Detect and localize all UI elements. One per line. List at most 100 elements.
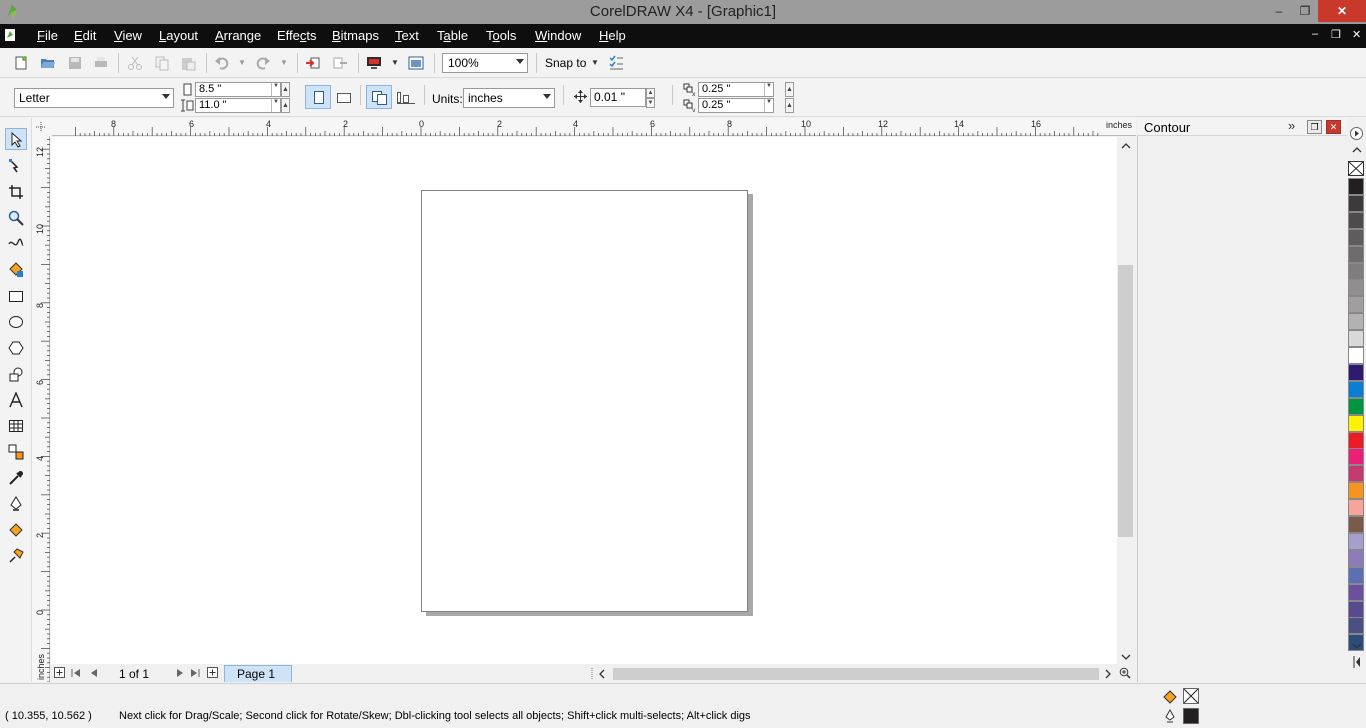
add-page-after-icon[interactable] (207, 667, 218, 678)
page-width-input[interactable]: 8.5 " ▼ (195, 82, 281, 97)
vertical-scrollbar-thumb[interactable] (1118, 265, 1133, 537)
pick-tool[interactable] (5, 128, 27, 150)
copy-icon[interactable] (154, 55, 170, 71)
palette-swatch[interactable] (1348, 398, 1364, 415)
export-icon[interactable] (332, 55, 348, 71)
polygon-tool[interactable] (5, 337, 27, 359)
text-tool[interactable] (5, 389, 27, 411)
doc-restore-button[interactable]: ❐ (1331, 28, 1341, 41)
doc-close-button[interactable]: ✕ (1352, 28, 1361, 41)
palette-swatch[interactable] (1348, 584, 1364, 601)
interactive-blend-tool[interactable] (5, 441, 27, 463)
palette-swatch[interactable] (1348, 381, 1364, 398)
palette-up-arrow-icon[interactable] (1352, 146, 1362, 154)
scroll-right-icon[interactable] (1104, 669, 1112, 679)
palette-swatch[interactable] (1348, 330, 1364, 347)
spin-down-icon[interactable]: ▼ (646, 98, 655, 108)
palette-swatch[interactable] (1348, 347, 1364, 364)
cut-icon[interactable] (127, 55, 143, 71)
scroll-up-icon[interactable] (1121, 142, 1131, 150)
launcher-dropdown-arrow[interactable]: ▼ (391, 58, 407, 74)
freehand-tool[interactable] (5, 233, 27, 255)
scroll-down-icon[interactable] (1121, 653, 1131, 661)
document-icon[interactable] (4, 28, 16, 42)
smart-fill-tool[interactable] (5, 259, 27, 281)
menu-tools[interactable]: Tools (486, 28, 516, 43)
menu-effects[interactable]: Effects (277, 28, 317, 43)
add-page-before-icon[interactable] (54, 667, 65, 678)
shape-tool[interactable] (5, 155, 27, 177)
palette-swatch[interactable] (1348, 533, 1364, 550)
eyedropper-tool[interactable] (5, 467, 27, 489)
palette-swatch[interactable] (1348, 246, 1364, 263)
spin-up-icon[interactable]: ▲ (281, 82, 290, 97)
redo-icon[interactable] (255, 55, 271, 71)
palette-swatch[interactable] (1348, 296, 1364, 313)
horizontal-scrollbar-thumb[interactable] (613, 668, 1099, 680)
menu-edit[interactable]: Edit (74, 28, 96, 43)
docker-collapse-icon[interactable]: » (1288, 118, 1295, 133)
spin-up-icon[interactable]: ▲ (646, 88, 655, 98)
navigator-zoom-icon[interactable] (1119, 667, 1131, 679)
interactive-fill-tool[interactable] (5, 545, 27, 567)
palette-swatch[interactable] (1348, 465, 1364, 482)
new-document-icon[interactable] (13, 55, 29, 71)
palette-expand-icon[interactable] (1353, 656, 1361, 668)
first-page-icon[interactable] (71, 668, 81, 678)
drawing-page[interactable] (421, 190, 748, 612)
palette-swatch[interactable] (1348, 482, 1364, 499)
nudge-distance-input[interactable]: 0.01 " (590, 88, 646, 107)
palette-swatch[interactable] (1348, 516, 1364, 533)
welcome-screen-icon[interactable] (408, 55, 424, 71)
palette-swatch[interactable] (1348, 313, 1364, 330)
spin-down-icon[interactable]: ▼ (764, 99, 773, 112)
page-tab[interactable]: Page 1 (224, 665, 292, 682)
table-tool[interactable] (5, 415, 27, 437)
fill-color-swatch[interactable] (1183, 688, 1199, 704)
ellipse-tool[interactable] (5, 311, 27, 333)
paste-icon[interactable] (180, 55, 196, 71)
application-launcher-icon[interactable] (366, 55, 382, 71)
menu-window[interactable]: Window (535, 28, 581, 43)
palette-down-arrow-icon[interactable] (1352, 642, 1362, 650)
portrait-button[interactable] (305, 85, 331, 109)
docker-close-button[interactable]: ✕ (1326, 120, 1341, 134)
landscape-button[interactable] (331, 85, 357, 109)
all-pages-button[interactable] (366, 85, 392, 109)
vertical-ruler[interactable] (32, 136, 50, 682)
spin-up-icon[interactable]: ▲ (281, 98, 290, 113)
window-minimize-button[interactable]: – (1266, 0, 1292, 22)
window-maximize-button[interactable]: ❐ (1292, 0, 1318, 22)
palette-swatch[interactable] (1348, 212, 1364, 229)
current-page-button[interactable] (393, 85, 419, 109)
menu-view[interactable]: View (114, 28, 142, 43)
next-page-icon[interactable] (175, 668, 185, 678)
palette-swatch[interactable] (1348, 415, 1364, 432)
palette-swatch[interactable] (1348, 601, 1364, 618)
menu-layout[interactable]: Layout (159, 28, 198, 43)
open-icon[interactable] (40, 55, 56, 71)
menu-table[interactable]: Table (437, 28, 468, 43)
previous-page-icon[interactable] (89, 668, 99, 678)
palette-swatch[interactable] (1348, 178, 1364, 195)
ruler-origin[interactable] (32, 118, 52, 136)
save-icon[interactable] (67, 55, 83, 71)
palette-swatch[interactable] (1348, 263, 1364, 280)
palette-swatch[interactable] (1348, 195, 1364, 212)
window-close-button[interactable]: ✕ (1318, 0, 1366, 22)
duplicate-x-input[interactable]: 0.25 " ▼ (698, 82, 774, 97)
palette-swatch[interactable] (1348, 279, 1364, 296)
page-height-input[interactable]: 11.0 " ▼ (195, 98, 281, 113)
palette-swatch[interactable] (1348, 567, 1364, 584)
snap-to-button[interactable]: Snap to (545, 56, 586, 70)
palette-swatch[interactable] (1348, 364, 1364, 381)
splitter-handle-icon[interactable] (590, 668, 594, 680)
zoom-level-select[interactable]: 100% (442, 53, 528, 73)
palette-swatch[interactable] (1348, 229, 1364, 246)
fill-tool[interactable] (5, 519, 27, 541)
palette-swatch[interactable] (1348, 448, 1364, 465)
docker-float-button[interactable]: ❐ (1307, 120, 1322, 134)
menu-text[interactable]: Text (395, 28, 419, 43)
spin-up-icon[interactable]: ▲ (785, 98, 794, 113)
last-page-icon[interactable] (190, 668, 200, 678)
